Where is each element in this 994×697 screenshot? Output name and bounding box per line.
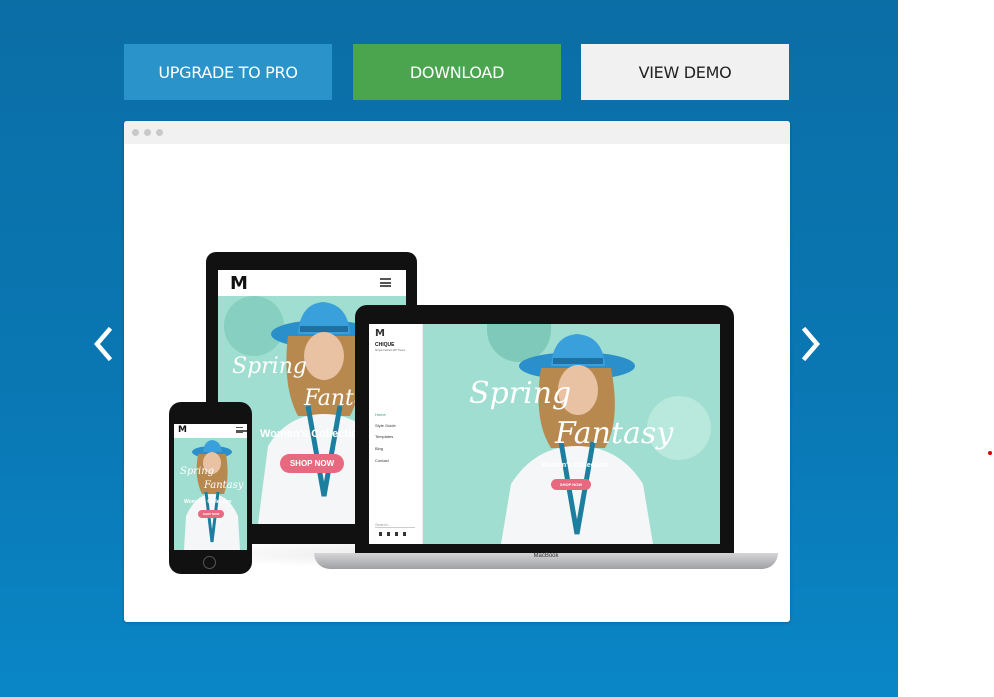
brand-logo-icon: M [178,425,187,435]
brand-name: CHIQUE [375,342,395,348]
home-button-icon [203,556,216,569]
download-button[interactable]: DOWNLOAD [353,44,561,100]
sidebar-item-contact: Contact [375,458,389,463]
laptop-base: MacBook [314,553,778,569]
collection-label: Women's Collection [184,499,232,505]
headline-spring: Spring [180,466,215,477]
tablet-header: M [218,270,406,296]
menu-icon [380,278,391,287]
shop-now-button: SHOP NOW [280,454,344,473]
brand-logo-icon: M [375,328,385,339]
phone-device: M Spring Fantasy Women's Collection SHOP… [169,402,252,574]
social-icons [379,532,411,536]
window-dot [144,129,151,136]
preview-browser-window: M Spring Fantasy Women's Collection SHOP… [124,121,790,622]
laptop-device: Spring Fantasy Women's Collection SHOP N… [355,305,734,555]
headline-spring: Spring [469,376,572,411]
laptop-screen: Spring Fantasy Women's Collection SHOP N… [369,324,720,544]
headline-fantasy: Fantasy [204,480,244,491]
shop-now-button: SHOP NOW [551,479,591,490]
phone-screen: M Spring Fantasy Women's Collection SHOP… [174,424,247,550]
headline-fantasy: Fantasy [555,416,674,451]
view-demo-button[interactable]: VIEW DEMO [581,44,789,100]
model-photo [184,440,240,550]
marker-dot [988,451,992,455]
carousel-prev-button[interactable] [88,324,118,364]
laptop-sidebar: M CHIQUE Simple Fashion WP Theme Home St… [369,324,423,544]
brand-tagline: Simple Fashion WP Theme [375,349,406,352]
laptop-label: MacBook [533,553,559,559]
sidebar-item-style-guide: Style Guide [375,423,396,428]
brand-logo-icon: M [230,273,248,294]
sidebar-search: Search... [375,522,415,528]
collection-label: Women's Collection [541,462,608,469]
sidebar-item-templates: Templates [375,434,394,439]
sidebar-item-blog: Blog [375,446,384,451]
chevron-left-icon [94,326,113,362]
upgrade-to-pro-button[interactable]: UPGRADE TO PRO [124,44,332,100]
carousel-next-button[interactable] [796,324,826,364]
shop-now-button: SHOP NOW [198,510,224,518]
window-dot [156,129,163,136]
device-mockup-image: M Spring Fantasy Women's Collection SHOP… [124,144,790,622]
headline-spring: Spring [232,354,307,379]
browser-titlebar [124,121,790,144]
collection-label: Women's Collection [260,428,365,440]
window-dot [132,129,139,136]
chevron-right-icon [801,326,820,362]
menu-icon [236,427,247,433]
sidebar-item-home: Home [375,412,386,417]
